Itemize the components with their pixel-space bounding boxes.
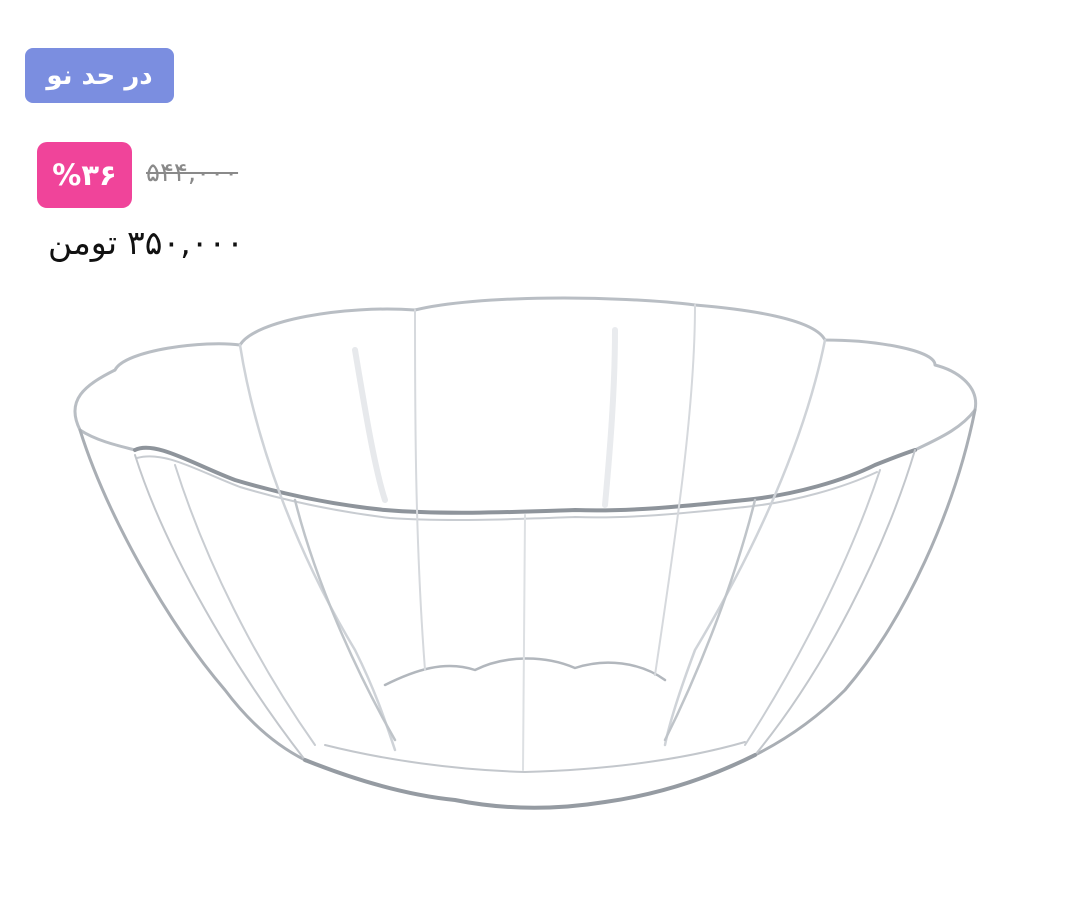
price: ۳۵۰,۰۰۰ تومن (48, 218, 244, 266)
product-image[interactable] (55, 290, 985, 850)
glass-bowl-icon (73, 296, 978, 810)
condition-badge: در حد نو (25, 48, 174, 103)
old-price: ۵۴۴,۰۰۰ (146, 158, 239, 188)
price-amount: ۳۵۰,۰۰۰ (127, 222, 244, 262)
discount-label: %۳۶ (52, 158, 117, 192)
discount-badge: %۳۶ (37, 142, 132, 208)
price-currency: تومن (48, 222, 118, 262)
condition-label: در حد نو (46, 60, 153, 91)
